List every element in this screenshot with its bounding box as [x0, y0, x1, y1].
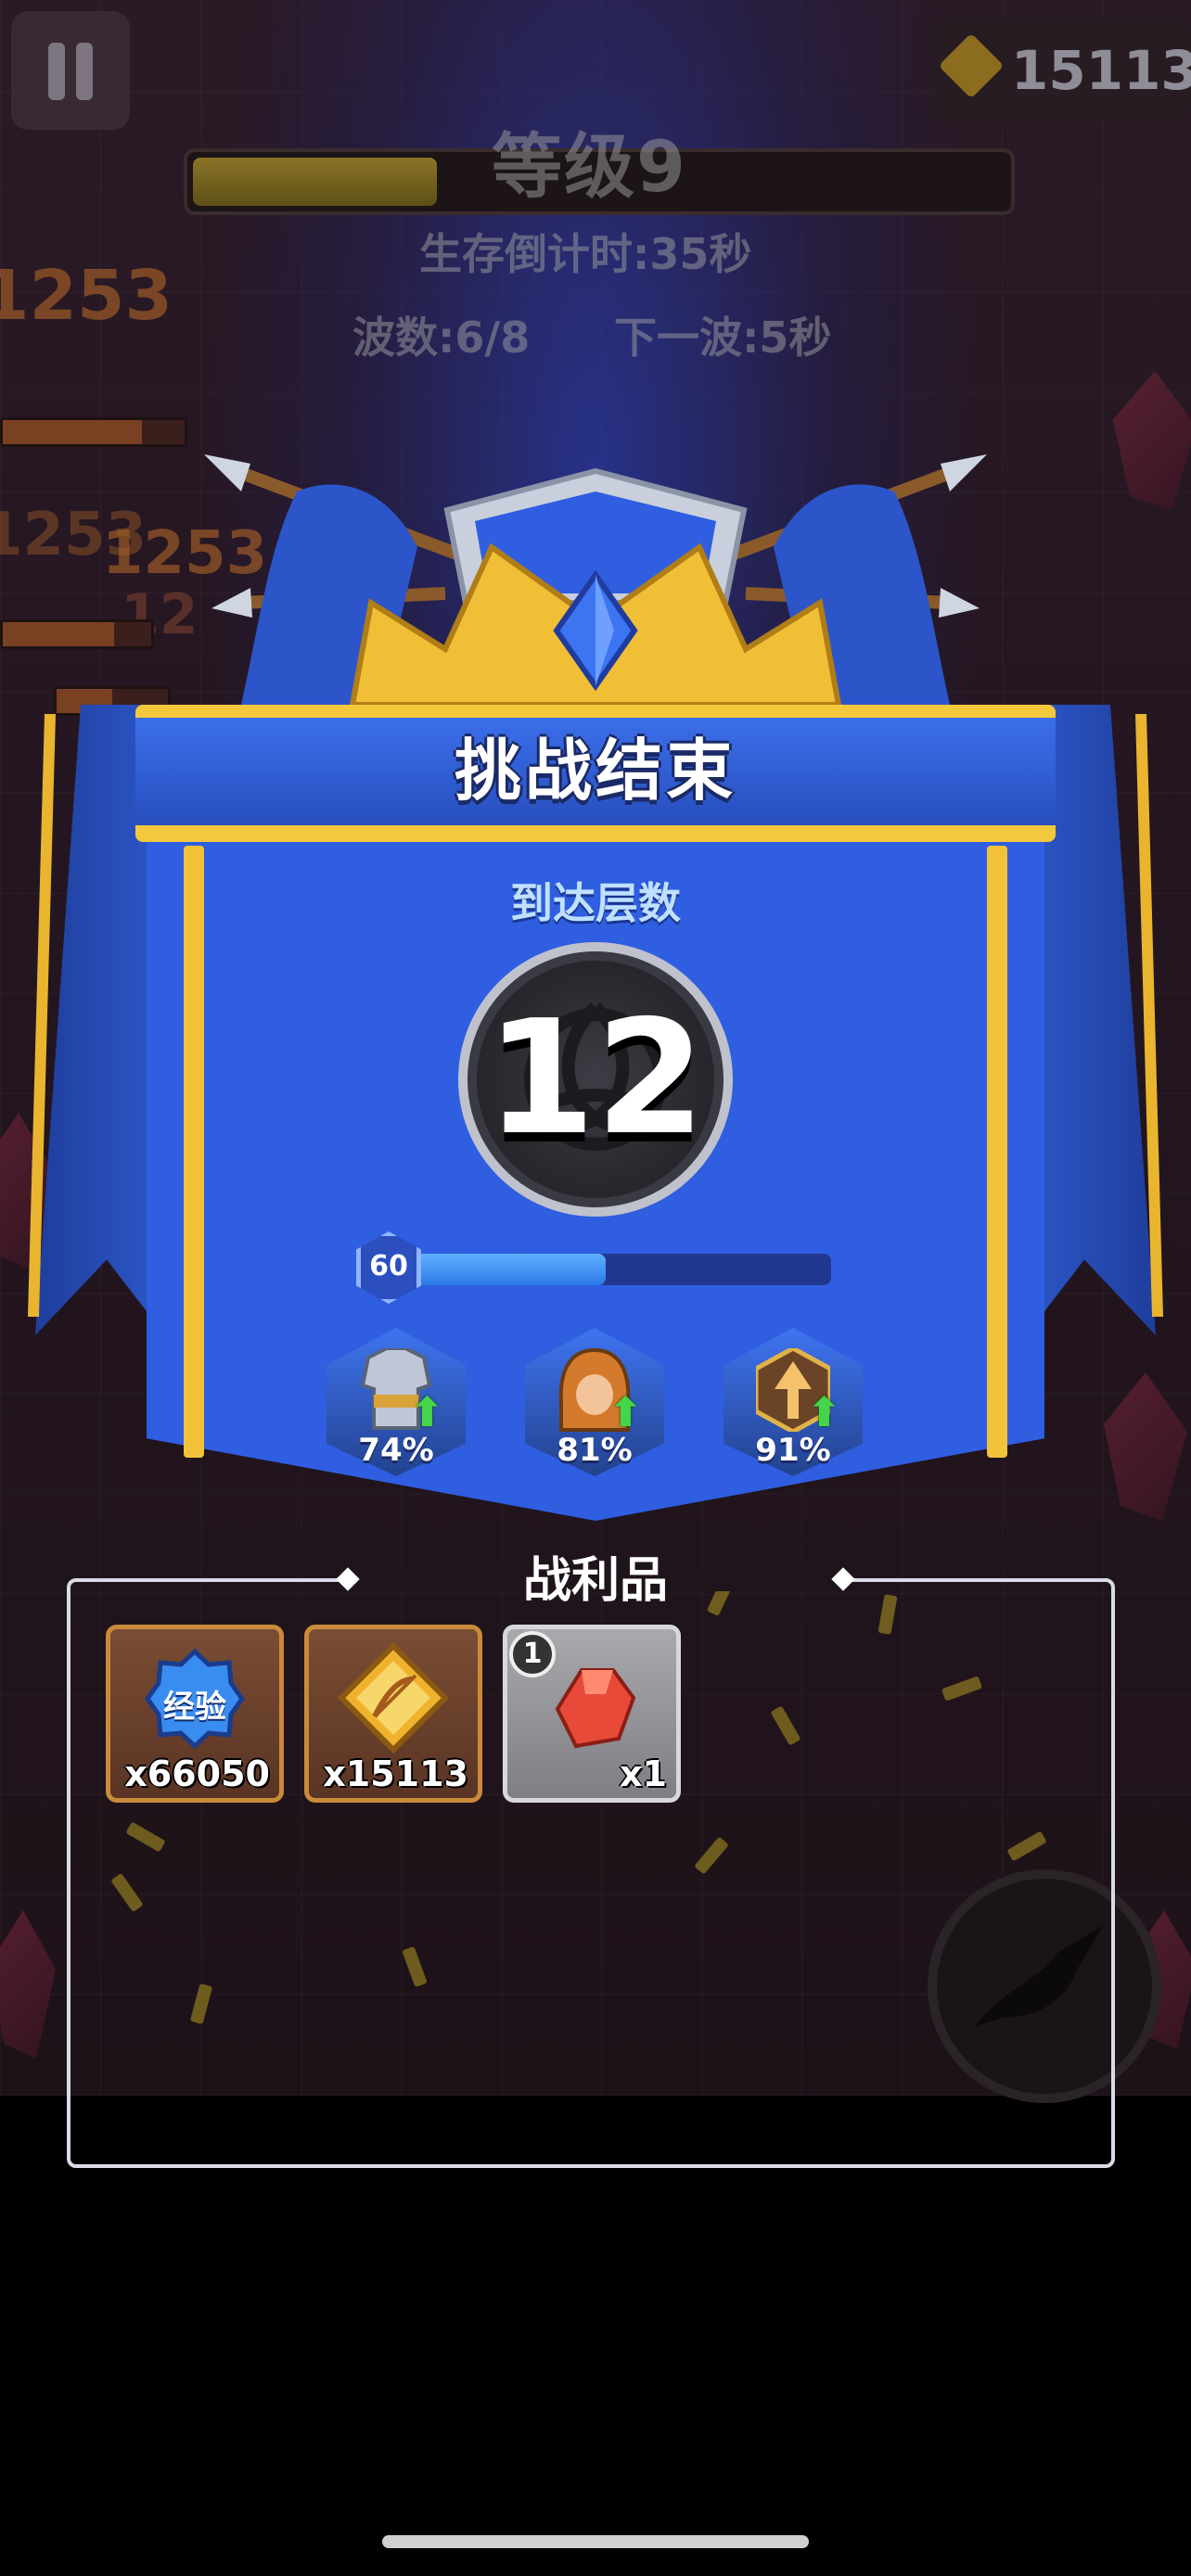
- next-wave-timer: 下一波:5秒: [614, 312, 832, 363]
- level-label: 等级9: [492, 125, 687, 208]
- loot-quantity: x15113: [323, 1753, 468, 1794]
- floor-value: 12: [485, 987, 706, 1170]
- stat-hero: ⬆ 81%: [525, 1328, 664, 1476]
- loot-count-badge: 1: [509, 1631, 556, 1677]
- loot-quantity: x1: [620, 1753, 667, 1794]
- exp-badge-text: 经验: [163, 1689, 226, 1726]
- wave-counter: 波数:6/8: [352, 312, 531, 363]
- pause-icon: [48, 43, 65, 100]
- loot-item-exp[interactable]: 经验 x66050: [106, 1625, 284, 1803]
- stat-armor: ⬆ 74%: [327, 1328, 466, 1476]
- upgrade-arrow-icon: ⬆: [410, 1389, 444, 1436]
- red-gem-icon: [555, 1668, 636, 1749]
- stat-percent: 74%: [358, 1432, 434, 1469]
- damage-number: 1253: [0, 501, 147, 569]
- pause-button[interactable]: [11, 11, 130, 130]
- coin-icon: [338, 1642, 449, 1753]
- stat-percent: 81%: [557, 1432, 633, 1469]
- home-indicator[interactable]: [382, 2535, 809, 2548]
- crown-emblem: [204, 454, 987, 708]
- loot-item-gem[interactable]: 1 x1: [503, 1625, 681, 1803]
- upgrade-arrow-icon: ⬆: [807, 1389, 841, 1436]
- floor-label: 到达层数: [510, 878, 681, 928]
- damage-number: 1253: [0, 256, 173, 336]
- result-title: 挑战结束: [454, 732, 736, 810]
- enemy-health-bar: [0, 619, 154, 649]
- loot-item-coins[interactable]: x15113: [304, 1625, 482, 1803]
- stat-arrow: ⬆ 91%: [724, 1328, 863, 1476]
- floor-medal: 12: [458, 942, 733, 1217]
- survival-countdown: 生存倒计时:35秒: [419, 229, 752, 279]
- gold-trim: [987, 846, 1007, 1458]
- gold-trim: [184, 846, 204, 1458]
- loot-quantity: x66050: [124, 1753, 270, 1794]
- upgrade-arrow-icon: ⬆: [608, 1389, 643, 1436]
- coin-counter: 15113: [931, 17, 1191, 121]
- xp-progress-bar: [380, 1254, 831, 1285]
- player-level: 60: [369, 1250, 408, 1282]
- enemy-health-bar: [0, 417, 187, 447]
- level-progress-fill: [193, 158, 437, 206]
- coin-icon: [938, 32, 1005, 99]
- loot-title: 战利品: [522, 1553, 668, 1609]
- stat-percent: 91%: [755, 1432, 831, 1469]
- coin-count: 15113: [1011, 39, 1191, 102]
